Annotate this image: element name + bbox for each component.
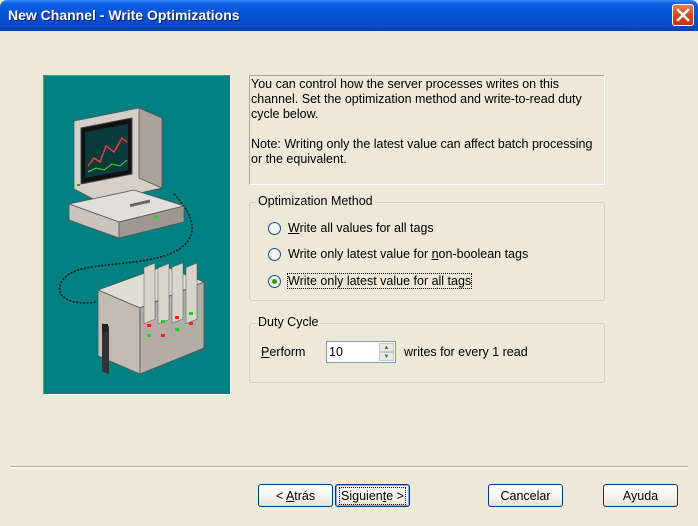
next-button-label: Siguiente > — [339, 486, 406, 505]
close-icon — [676, 8, 690, 22]
arrow-down-icon: ▼ — [383, 353, 390, 360]
title-bar: New Channel - Write Optimizations — [0, 0, 698, 31]
computer-case — [67, 189, 186, 239]
radio-label: Write only latest value for non-boolean … — [288, 247, 529, 261]
close-button[interactable] — [672, 4, 694, 26]
computer-monitor — [73, 107, 163, 203]
optimization-method-label: Optimization Method — [256, 194, 375, 208]
next-button[interactable]: Siguiente > — [335, 484, 410, 507]
perform-label: Perform — [261, 345, 306, 359]
duty-cycle-suffix: writes for every 1 read — [404, 345, 528, 359]
optimization-method-group: Optimization Method Write all values for… — [249, 194, 605, 301]
radio-label: Write all values for all tags — [288, 221, 434, 235]
radio-write-latest-all-tags[interactable]: Write only latest value for all tags — [268, 273, 473, 289]
help-button[interactable]: Ayuda — [603, 484, 678, 507]
back-button[interactable]: < Atrás — [258, 484, 333, 507]
cancel-button-label: Cancelar — [500, 488, 551, 503]
button-separator — [10, 466, 688, 468]
duty-cycle-input[interactable] — [329, 344, 377, 360]
computer-and-server-illustration — [58, 107, 206, 375]
window-title: New Channel - Write Optimizations — [8, 7, 240, 23]
radio-write-all-values[interactable]: Write all values for all tags — [268, 220, 434, 236]
cancel-button[interactable]: Cancelar — [488, 484, 563, 507]
radio-button-selected[interactable] — [268, 274, 281, 288]
info-description: You can control how the server processes… — [251, 77, 582, 121]
back-button-label: < Atrás — [275, 488, 316, 503]
radio-write-latest-non-boolean[interactable]: Write only latest value for non-boolean … — [268, 246, 528, 262]
radio-label: Write only latest value for all tags — [286, 273, 473, 289]
radio-button[interactable] — [268, 221, 281, 235]
spin-down-button[interactable]: ▼ — [379, 352, 394, 361]
spin-up-button[interactable]: ▲ — [379, 343, 394, 352]
radio-button[interactable] — [268, 247, 281, 261]
spinner-buttons: ▲ ▼ — [379, 343, 394, 361]
info-text: You can control how the server processes… — [251, 77, 601, 167]
duty-cycle-label: Duty Cycle — [256, 315, 321, 329]
help-button-label: Ayuda — [622, 488, 659, 503]
info-note: Note: Writing only the latest value can … — [251, 137, 593, 166]
duty-cycle-spinner[interactable]: ▲ ▼ — [326, 341, 396, 363]
arrow-up-icon: ▲ — [383, 344, 390, 351]
server-rack — [96, 262, 206, 375]
wizard-illustration — [43, 75, 231, 395]
